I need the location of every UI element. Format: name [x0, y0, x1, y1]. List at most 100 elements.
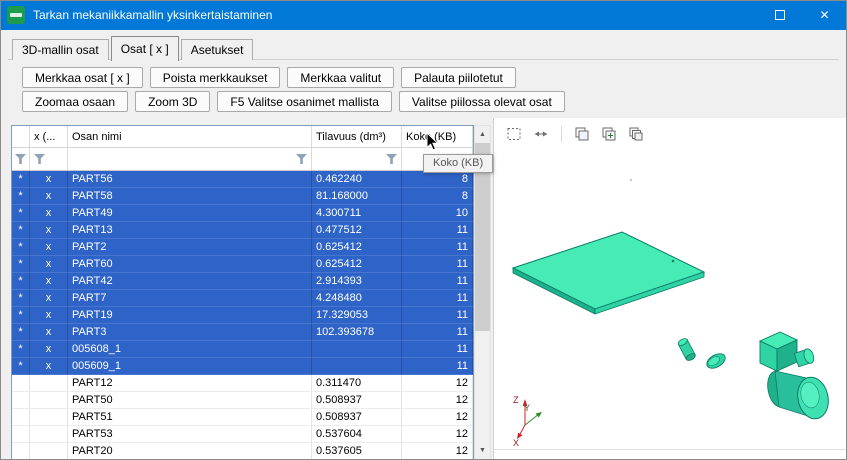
table-row[interactable]: PART530.53760412	[12, 426, 473, 443]
cell-x[interactable]: x	[30, 290, 68, 307]
cell-name[interactable]: PART51	[68, 409, 312, 426]
cell-volume[interactable]: 0.508937	[312, 392, 402, 409]
table-row[interactable]: *x005609_1 11	[12, 358, 473, 375]
cell-size[interactable]: 11	[402, 341, 473, 358]
cell-volume[interactable]: 0.537604	[312, 426, 402, 443]
cell-name[interactable]: PART20	[68, 443, 312, 460]
cell-name[interactable]: 005609_1	[68, 358, 312, 375]
merkkaa-osat-button[interactable]: Merkkaa osat [ x ]	[22, 67, 143, 88]
cell-name[interactable]: PART60	[68, 256, 312, 273]
cell-x[interactable]: x	[30, 171, 68, 188]
cell-x[interactable]	[30, 426, 68, 443]
model-small-cylinder[interactable]	[677, 337, 696, 362]
cell-size[interactable]: 12	[402, 392, 473, 409]
cell-x[interactable]: x	[30, 256, 68, 273]
cell-name[interactable]: PART2	[68, 239, 312, 256]
tab-osat-x[interactable]: Osat [ x ]	[111, 36, 179, 61]
cell-name[interactable]: PART56	[68, 171, 312, 188]
cell-mark[interactable]: *	[12, 205, 30, 222]
cell-size[interactable]: 11	[402, 222, 473, 239]
cell-name[interactable]: PART13	[68, 222, 312, 239]
cell-size[interactable]: 10	[402, 205, 473, 222]
column-header-mark[interactable]	[12, 126, 30, 147]
cell-x[interactable]: x	[30, 358, 68, 375]
table-row[interactable]: *xPART600.62541211	[12, 256, 473, 273]
model-disc[interactable]	[704, 351, 727, 371]
cell-size[interactable]: 12	[402, 409, 473, 426]
table-row[interactable]: PART120.31147012	[12, 375, 473, 392]
table-row[interactable]: *xPART5881.1680008	[12, 188, 473, 205]
cell-mark[interactable]: *	[12, 222, 30, 239]
table-row[interactable]: *xPART20.62541211	[12, 239, 473, 256]
cell-volume[interactable]: 0.625412	[312, 239, 402, 256]
cell-mark[interactable]	[12, 426, 30, 443]
cell-volume[interactable]	[312, 341, 402, 358]
filter-icon[interactable]	[386, 154, 397, 164]
cell-size[interactable]: 12	[402, 375, 473, 392]
copy-add-icon[interactable]	[598, 123, 620, 145]
cell-size[interactable]: 12	[402, 426, 473, 443]
cell-volume[interactable]: 4.300711	[312, 205, 402, 222]
cell-mark[interactable]: *	[12, 358, 30, 375]
palauta-piilotetut-button[interactable]: Palauta piilotetut	[401, 67, 516, 88]
cell-volume[interactable]	[312, 358, 402, 375]
tab-3d-mallin-osat[interactable]: 3D-mallin osat	[12, 39, 109, 60]
filter-icon[interactable]	[296, 154, 307, 164]
table-scrollbar[interactable]: ▲ ▼	[474, 125, 491, 460]
cell-name[interactable]: PART3	[68, 324, 312, 341]
cell-size[interactable]: 11	[402, 358, 473, 375]
table-row[interactable]: *xPART74.24848011	[12, 290, 473, 307]
table-row[interactable]: *xPART422.91439311	[12, 273, 473, 290]
marquee-select-icon[interactable]	[503, 123, 525, 145]
column-header-name[interactable]: Osan nimi	[68, 126, 312, 147]
cell-mark[interactable]	[12, 392, 30, 409]
cell-x[interactable]: x	[30, 205, 68, 222]
cell-x[interactable]	[30, 443, 68, 460]
cell-size[interactable]: 8	[402, 188, 473, 205]
cell-mark[interactable]	[12, 375, 30, 392]
table-row[interactable]: PART510.50893712	[12, 409, 473, 426]
cell-mark[interactable]	[12, 409, 30, 426]
cell-name[interactable]: PART53	[68, 426, 312, 443]
cell-volume[interactable]: 0.462240	[312, 171, 402, 188]
zoom-3d-button[interactable]: Zoom 3D	[135, 91, 210, 112]
cell-mark[interactable]: *	[12, 256, 30, 273]
tab-asetukset[interactable]: Asetukset	[181, 39, 254, 60]
copy-view-icon[interactable]	[571, 123, 593, 145]
cell-x[interactable]	[30, 392, 68, 409]
table-row[interactable]: *xPART3102.39367811	[12, 324, 473, 341]
scroll-down-button[interactable]: ▼	[475, 442, 490, 459]
filter-icon[interactable]	[15, 154, 26, 164]
cell-size[interactable]: 11	[402, 290, 473, 307]
cell-name[interactable]: 005608_1	[68, 341, 312, 358]
model-viewport[interactable]: Z Y X	[494, 149, 847, 449]
cell-volume[interactable]: 4.248480	[312, 290, 402, 307]
table-row[interactable]: *xPART1917.32905311	[12, 307, 473, 324]
cell-volume[interactable]: 0.508937	[312, 409, 402, 426]
cell-size[interactable]: 8	[402, 171, 473, 188]
cell-size[interactable]: 11	[402, 239, 473, 256]
cell-mark[interactable]: *	[12, 290, 30, 307]
column-header-volume[interactable]: Tilavuus (dm³)	[312, 126, 402, 147]
maximize-button[interactable]	[757, 0, 802, 30]
cell-volume[interactable]: 81.168000	[312, 188, 402, 205]
cell-mark[interactable]: *	[12, 341, 30, 358]
cell-volume[interactable]: 0.311470	[312, 375, 402, 392]
close-button[interactable]: ✕	[802, 0, 847, 30]
cell-name[interactable]: PART19	[68, 307, 312, 324]
cell-x[interactable]: x	[30, 341, 68, 358]
cell-size[interactable]: 11	[402, 273, 473, 290]
cell-name[interactable]: PART7	[68, 290, 312, 307]
pan-move-icon[interactable]	[530, 123, 552, 145]
table-row[interactable]: *xPART560.4622408	[12, 171, 473, 188]
cell-size[interactable]: 11	[402, 307, 473, 324]
cell-mark[interactable]: *	[12, 307, 30, 324]
cell-x[interactable]: x	[30, 222, 68, 239]
cell-mark[interactable]: *	[12, 171, 30, 188]
cell-name[interactable]: PART50	[68, 392, 312, 409]
column-header-x[interactable]: x (...	[30, 126, 68, 147]
poista-merkkaukset-button[interactable]: Poista merkkaukset	[150, 67, 281, 88]
cell-volume[interactable]: 2.914393	[312, 273, 402, 290]
cell-volume[interactable]: 17.329053	[312, 307, 402, 324]
valitse-piilossa-button[interactable]: Valitse piilossa olevat osat	[399, 91, 565, 112]
